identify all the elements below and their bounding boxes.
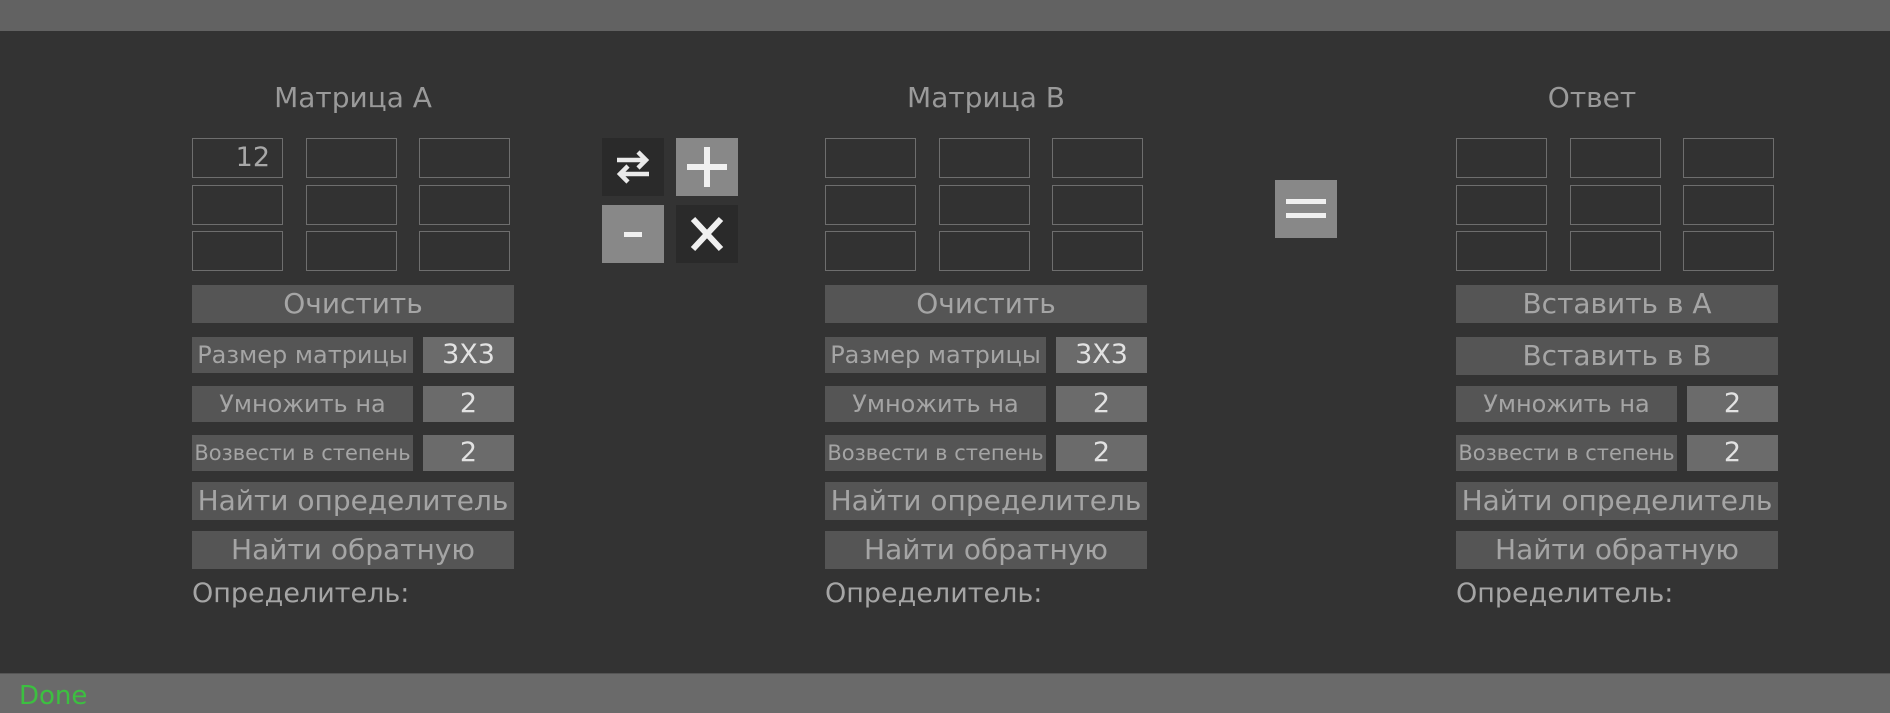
matrix-a-cell-1-2[interactable]	[419, 185, 510, 225]
matrix-b-determinant-label: Определитель:	[825, 578, 1043, 609]
matrix-a-cell-2-2[interactable]	[419, 231, 510, 271]
matrix-a-cell-2-0[interactable]	[192, 231, 283, 271]
matrix-b-cell-0-2[interactable]	[1052, 138, 1143, 178]
matrix-b-multiply-value[interactable]: 2	[1056, 386, 1147, 422]
status-bar: Done	[0, 673, 1890, 713]
add-button[interactable]	[676, 138, 738, 196]
matrix-b-cell-2-1[interactable]	[939, 231, 1030, 271]
matrix-a-cell-0-1[interactable]	[306, 138, 397, 178]
matrix-a-multiply-value[interactable]: 2	[423, 386, 514, 422]
matrix-b-multiply-button[interactable]: Умножить на	[825, 386, 1046, 422]
answer-multiply-button[interactable]: Умножить на	[1456, 386, 1677, 422]
matrix-a-panel: Матрица А 12 Очистить Размер матрицы 3X3…	[192, 31, 514, 631]
matrix-b-power-button[interactable]: Возвести в степень	[825, 435, 1046, 471]
matrix-b-cell-2-0[interactable]	[825, 231, 916, 271]
matrix-b-panel: Матрица B Очистить Размер матрицы 3X3 Ум…	[825, 31, 1147, 631]
matrix-a-size-button[interactable]: Размер матрицы	[192, 337, 413, 373]
matrix-b-cell-1-2[interactable]	[1052, 185, 1143, 225]
matrix-a-cell-1-1[interactable]	[306, 185, 397, 225]
answer-cell-1-2[interactable]	[1683, 185, 1774, 225]
matrix-a-size-value[interactable]: 3X3	[423, 337, 514, 373]
answer-cell-0-0[interactable]	[1456, 138, 1547, 178]
matrix-b-inverse-button[interactable]: Найти обратную	[825, 531, 1147, 569]
matrix-a-cell-1-0[interactable]	[192, 185, 283, 225]
answer-inverse-button[interactable]: Найти обратную	[1456, 531, 1778, 569]
matrix-b-cell-0-0[interactable]	[825, 138, 916, 178]
matrix-b-cell-0-1[interactable]	[939, 138, 1030, 178]
matrix-b-clear-button[interactable]: Очистить	[825, 285, 1147, 323]
answer-cell-2-0[interactable]	[1456, 231, 1547, 271]
matrix-a-determinant-button[interactable]: Найти определитель	[192, 482, 514, 520]
matrix-a-cell-2-1[interactable]	[306, 231, 397, 271]
multiply-x-icon	[690, 216, 724, 252]
matrix-b-size-button[interactable]: Размер матрицы	[825, 337, 1046, 373]
answer-cell-2-1[interactable]	[1570, 231, 1661, 271]
matrix-a-cell-0-0[interactable]: 12	[192, 138, 283, 178]
answer-panel: Ответ Вставить в А Вставить в B Умножить…	[1456, 31, 1778, 631]
matrix-b-determinant-button[interactable]: Найти определитель	[825, 482, 1147, 520]
plus-icon	[687, 147, 727, 187]
matrix-b-title: Матрица B	[907, 81, 1065, 114]
answer-cell-2-2[interactable]	[1683, 231, 1774, 271]
answer-determinant-button[interactable]: Найти определитель	[1456, 482, 1778, 520]
matrix-b-size-value[interactable]: 3X3	[1056, 337, 1147, 373]
swap-arrows-icon	[616, 150, 650, 184]
insert-into-b-button[interactable]: Вставить в B	[1456, 337, 1778, 375]
answer-cell-1-1[interactable]	[1570, 185, 1661, 225]
insert-into-a-button[interactable]: Вставить в А	[1456, 285, 1778, 323]
matrix-b-cell-1-0[interactable]	[825, 185, 916, 225]
subtract-button[interactable]	[602, 205, 664, 263]
matrix-a-cell-0-2[interactable]	[419, 138, 510, 178]
answer-cell-1-0[interactable]	[1456, 185, 1547, 225]
answer-title: Ответ	[1547, 81, 1637, 114]
status-text: Done	[19, 681, 88, 711]
equals-icon	[1286, 199, 1326, 218]
matrix-a-title: Матрица А	[274, 81, 432, 114]
answer-power-button[interactable]: Возвести в степень	[1456, 435, 1677, 471]
answer-cell-0-2[interactable]	[1683, 138, 1774, 178]
matrix-a-multiply-button[interactable]: Умножить на	[192, 386, 413, 422]
matrix-a-clear-button[interactable]: Очистить	[192, 285, 514, 323]
matrix-a-power-button[interactable]: Возвести в степень	[192, 435, 413, 471]
minus-icon	[624, 232, 642, 237]
matrix-b-power-value[interactable]: 2	[1056, 435, 1147, 471]
matrix-a-determinant-label: Определитель:	[192, 578, 410, 609]
swap-button[interactable]	[602, 138, 664, 196]
answer-multiply-value[interactable]: 2	[1687, 386, 1778, 422]
answer-determinant-label: Определитель:	[1456, 578, 1674, 609]
equals-button[interactable]	[1275, 180, 1337, 238]
answer-cell-0-1[interactable]	[1570, 138, 1661, 178]
matrix-b-cell-2-2[interactable]	[1052, 231, 1143, 271]
answer-power-value[interactable]: 2	[1687, 435, 1778, 471]
top-bar	[0, 0, 1890, 31]
matrix-a-inverse-button[interactable]: Найти обратную	[192, 531, 514, 569]
multiply-button[interactable]	[676, 205, 738, 263]
matrix-b-cell-1-1[interactable]	[939, 185, 1030, 225]
matrix-a-power-value[interactable]: 2	[423, 435, 514, 471]
